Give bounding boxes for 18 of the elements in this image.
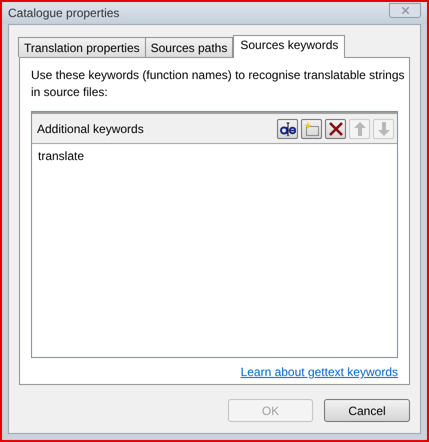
arrow-down-icon bbox=[378, 122, 390, 136]
arrow-up-icon bbox=[354, 122, 366, 136]
delete-button[interactable] bbox=[325, 118, 346, 138]
new-item-icon bbox=[304, 122, 320, 136]
delete-icon bbox=[328, 122, 344, 136]
keyword-item[interactable]: translate bbox=[37, 147, 86, 165]
window-title: Catalogue properties bbox=[8, 5, 120, 22]
rename-icon bbox=[280, 122, 296, 136]
add-button[interactable] bbox=[301, 118, 322, 138]
tab[interactable]: Sources keywords bbox=[233, 35, 346, 58]
tab[interactable]: Sources paths bbox=[144, 37, 234, 57]
help-link[interactable]: Learn about gettext keywords bbox=[240, 363, 398, 381]
close-icon bbox=[402, 6, 408, 14]
tab[interactable]: Translation properties bbox=[18, 37, 146, 57]
description-text: Use these keywords (function names) to recognise translatable strings in source files: bbox=[31, 67, 406, 101]
dialog-button[interactable]: Cancel bbox=[324, 399, 410, 422]
rename-button[interactable] bbox=[277, 118, 298, 138]
list-header: Additional keywords bbox=[37, 120, 144, 138]
